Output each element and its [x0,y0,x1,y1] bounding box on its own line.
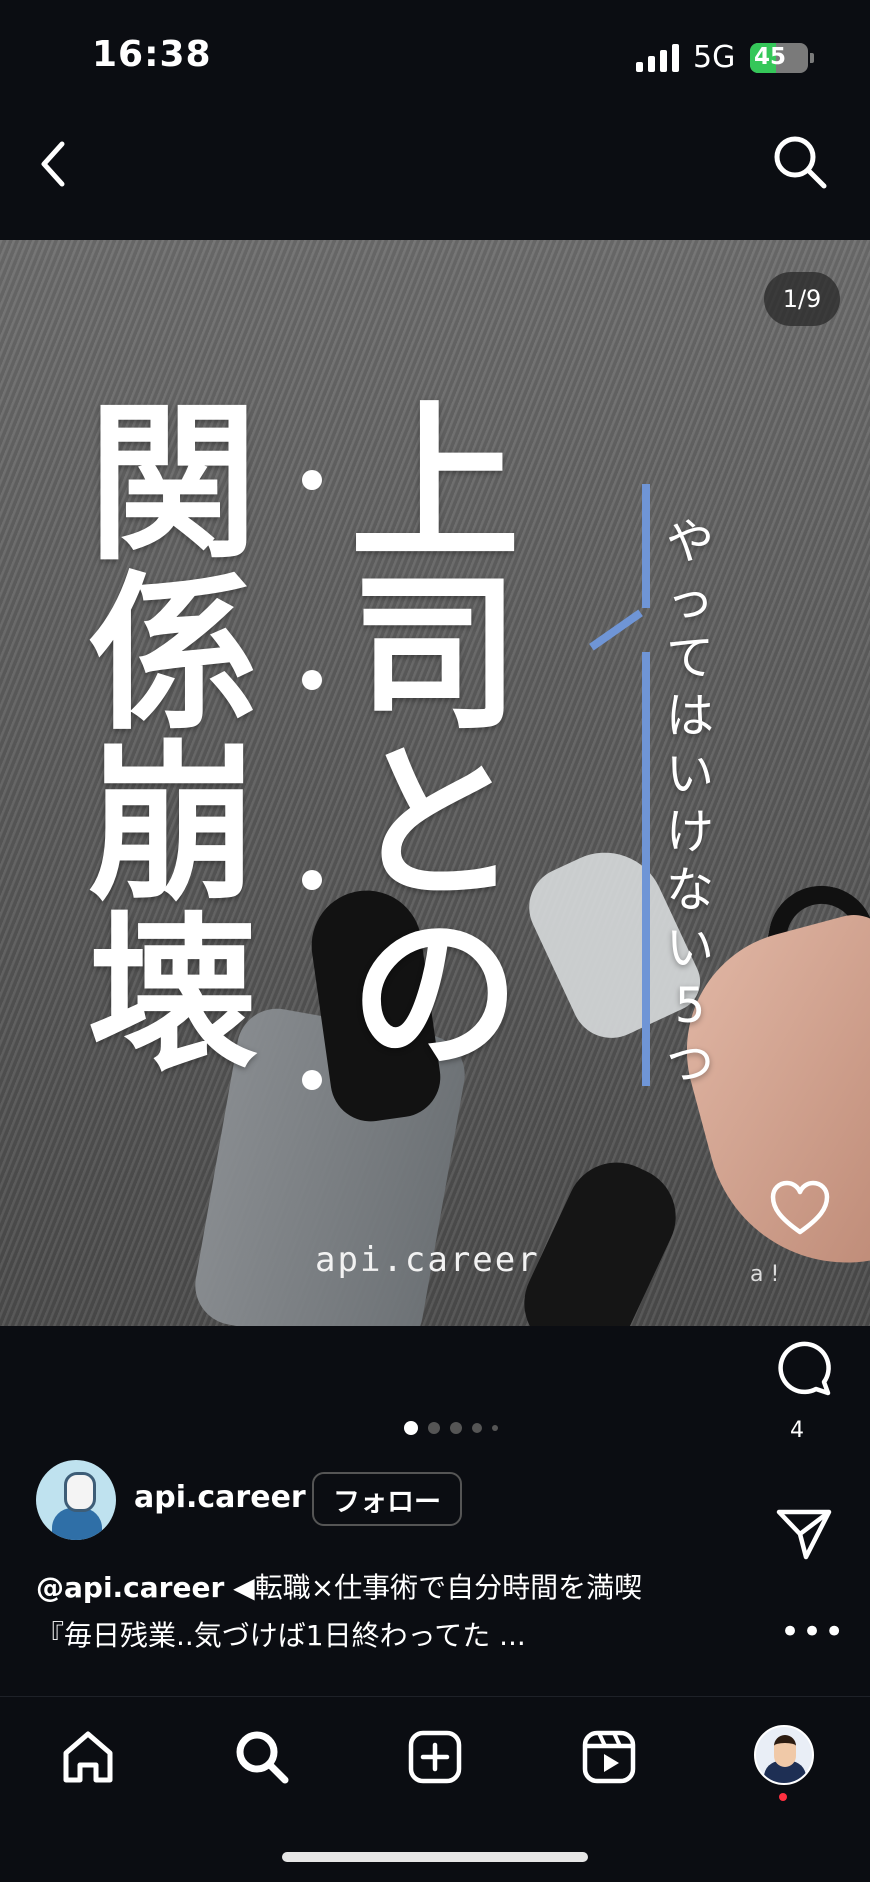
accent-line [642,484,650,608]
battery-icon: 45 [750,43,808,73]
caption-line-2[interactable]: 『毎日残業..気づけば1日終わってた ... [36,1614,526,1654]
reels-icon[interactable] [579,1727,639,1787]
more-icon[interactable]: ••• [780,1612,846,1652]
image-counter: 1/9 [764,272,840,326]
carousel-indicator [404,1418,508,1438]
share-icon[interactable] [776,1508,832,1560]
back-icon[interactable] [30,134,80,194]
carousel-dot [472,1423,482,1433]
top-nav [0,110,870,240]
image-dots [302,470,322,1270]
carousel-dot [492,1425,498,1431]
follow-button[interactable]: フォロー [312,1472,462,1526]
comment-icon[interactable] [776,1340,832,1396]
author-name[interactable]: api.career [134,1480,306,1515]
image-subtitle: や っ て は い け な い 5 つ [666,514,715,1092]
search-icon[interactable] [232,1727,292,1787]
caption-line-1[interactable]: @api.career ◀転職×仕事術で自分時間を満喫 [36,1566,642,1606]
home-icon[interactable] [58,1727,118,1787]
accent-line [642,652,650,1086]
carousel-dot [450,1422,462,1434]
image-watermark: api.career [315,1240,540,1280]
carousel-dot [428,1422,440,1434]
comment-count: 4 [790,1418,804,1443]
accent-line [589,609,643,651]
caption-handle[interactable]: @api.career [36,1571,224,1604]
search-icon[interactable] [770,132,830,192]
profile-avatar[interactable] [754,1725,814,1785]
signal-icon [636,44,679,72]
battery-level: 45 [754,44,787,70]
home-indicator[interactable] [282,1852,588,1862]
bottom-tab-bar [0,1696,870,1837]
image-title-middle: 上 司 と の [350,386,521,1094]
post-image[interactable]: 関 係 崩 壊 上 司 と の や っ て は い け な い 5 つ api.… [0,240,870,1326]
add-icon[interactable] [405,1727,465,1787]
photo-shoe [507,1146,693,1326]
image-hint: a ! [750,1262,780,1287]
battery-cap [810,53,814,63]
network-label: 5G [693,40,736,75]
author-avatar[interactable] [36,1460,116,1540]
notification-dot [779,1793,787,1801]
carousel-dot [404,1421,418,1435]
status-bar: 16:38 5G 45 [0,0,870,110]
caption-text: ◀転職×仕事術で自分時間を満喫 [233,1571,643,1604]
heart-icon[interactable] [770,1180,830,1236]
status-time: 16:38 [92,34,212,75]
image-title-left: 関 係 崩 壊 [88,386,259,1094]
